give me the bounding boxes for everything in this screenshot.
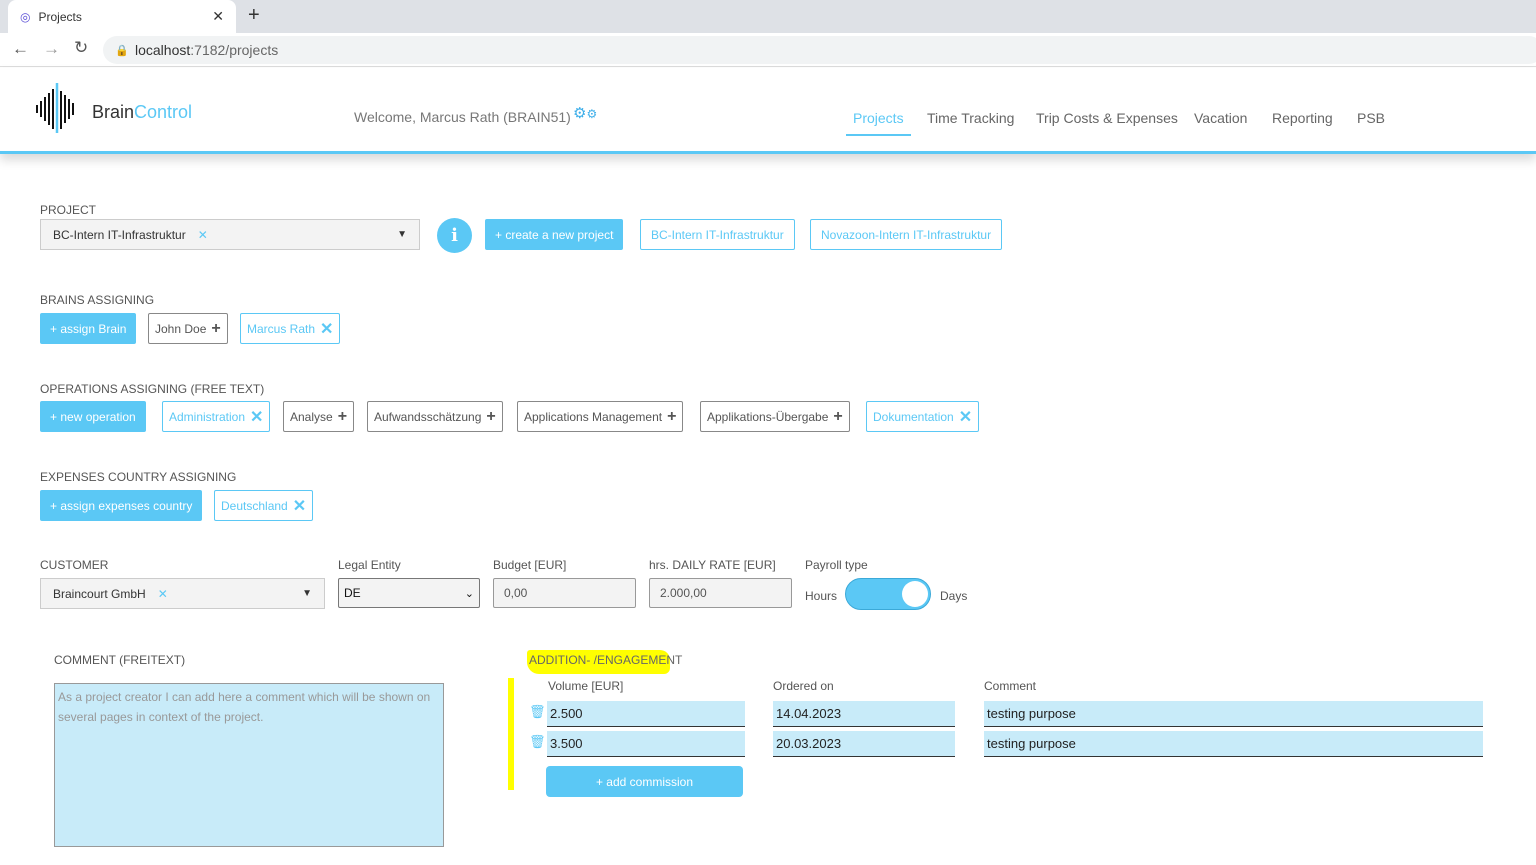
nav-time-tracking[interactable]: Time Tracking <box>927 110 1014 126</box>
brain-chip[interactable]: John Doe + <box>148 313 228 344</box>
budget-input[interactable]: 0,00 <box>493 578 636 608</box>
new-operation-button[interactable]: + new operation <box>40 401 146 432</box>
quick-project-button[interactable]: BC-Intern IT-Infrastruktur <box>640 219 795 250</box>
customer-label: CUSTOMER <box>40 558 109 572</box>
lock-icon: 🔒 <box>115 44 129 57</box>
project-label: PROJECT <box>40 203 97 217</box>
dropdown-caret-icon: ▼ <box>302 588 312 599</box>
brain-control-logo-icon <box>36 83 74 133</box>
volume-input[interactable]: 3.500 <box>547 731 745 757</box>
chip-label: Dokumentation <box>873 409 954 424</box>
trash-icon[interactable]: 🗑 <box>529 734 546 750</box>
operation-chip[interactable]: Aufwandsschätzung + <box>367 401 503 432</box>
project-select[interactable]: BC-Intern IT-Infrastruktur ✕ ▼ <box>40 219 420 250</box>
chip-label: Aufwandsschätzung <box>374 409 482 424</box>
info-button[interactable]: i <box>437 218 472 253</box>
comment-input[interactable]: testing purpose <box>984 701 1483 727</box>
operation-chip[interactable]: Analyse + <box>283 401 355 432</box>
browser-tab[interactable]: ◎ Projects ✕ <box>8 0 236 33</box>
forward-icon[interactable]: → <box>43 39 60 59</box>
reload-icon[interactable]: ↻ <box>74 38 88 58</box>
plus-icon: + <box>667 407 677 425</box>
plus-icon: + <box>337 407 348 425</box>
trash-icon[interactable]: 🗑 <box>529 704 546 720</box>
comment-header: Comment <box>984 679 1037 693</box>
clear-icon[interactable]: ✕ <box>158 587 168 601</box>
chevron-down-icon: ⌄ <box>464 587 474 600</box>
legal-entity-select[interactable]: DE ⌄ <box>338 578 480 608</box>
remove-icon: ✕ <box>250 408 264 426</box>
remove-icon: ✕ <box>958 408 973 426</box>
assign-brain-button[interactable]: + assign Brain <box>40 313 137 344</box>
quick-project-button[interactable]: Novazoon-Intern IT-Infrastruktur <box>810 219 1003 250</box>
operation-chip[interactable]: Administration ✕ <box>162 401 271 432</box>
add-commission-button[interactable]: + add commission <box>546 766 743 797</box>
budget-label: Budget [EUR] <box>493 558 567 572</box>
ordered-on-input[interactable]: 14.04.2023 <box>773 701 955 727</box>
daily-rate-input[interactable]: 2.000,00 <box>649 578 792 608</box>
operation-chip[interactable]: Applications Management + <box>517 401 684 432</box>
chip-label: Deutschland <box>221 498 288 513</box>
nav-vacation[interactable]: Vacation <box>1194 110 1247 126</box>
country-chip[interactable]: Deutschland ✕ <box>214 490 314 521</box>
ordered-on-header: Ordered on <box>773 679 834 693</box>
chip-label: Applications Management <box>524 409 663 424</box>
payroll-days-label: Days <box>940 589 968 603</box>
nav-reporting[interactable]: Reporting <box>1272 110 1333 126</box>
payroll-hours-label: Hours <box>805 589 838 603</box>
payroll-type-label: Payroll type <box>805 558 868 572</box>
new-tab-button[interactable]: + <box>248 4 260 27</box>
ordered-on-input[interactable]: 20.03.2023 <box>773 731 955 757</box>
volume-header: Volume [EUR] <box>548 679 624 693</box>
chip-label: John Doe <box>155 321 207 336</box>
chip-label: Marcus Rath <box>247 321 316 336</box>
chip-label: Applikations-Übergabe <box>707 409 829 424</box>
brand-name: BrainControl <box>92 102 193 122</box>
toggle-knob <box>902 581 928 607</box>
operations-label: OPERATIONS ASSIGNING (FREE TEXT) <box>40 382 265 396</box>
welcome-text: Welcome, Marcus Rath (BRAIN51) <box>354 109 571 125</box>
plus-icon: + <box>833 407 843 425</box>
customer-select[interactable]: Braincourt GmbH ✕ ▼ <box>40 578 325 609</box>
back-icon[interactable]: ← <box>12 39 29 59</box>
addition-label: ADDITION- /ENGAGEMENT <box>529 653 683 667</box>
clear-icon[interactable]: ✕ <box>198 228 208 242</box>
url-path: :7182/projects <box>190 42 279 58</box>
payroll-type-toggle[interactable] <box>845 578 931 610</box>
project-selected: BC-Intern IT-Infrastruktur <box>53 227 186 242</box>
legal-entity-value: DE <box>344 586 361 600</box>
daily-rate-label: hrs. DAILY RATE [EUR] <box>649 558 776 572</box>
chip-label: Analyse <box>290 409 333 424</box>
dropdown-caret-icon: ▼ <box>397 229 407 240</box>
nav-trip-costs[interactable]: Trip Costs & Expenses <box>1036 110 1178 126</box>
tab-title: Projects <box>38 9 82 24</box>
comment-label: COMMENT (FREITEXT) <box>54 653 186 667</box>
assign-expenses-country-button[interactable]: + assign expenses country <box>40 490 203 521</box>
chip-label: Administration <box>169 409 246 424</box>
remove-icon: ✕ <box>320 320 334 338</box>
highlight-bar <box>508 678 514 790</box>
comment-input[interactable]: testing purpose <box>984 731 1483 757</box>
create-project-button[interactable]: + create a new project <box>485 219 624 250</box>
customer-selected: Braincourt GmbH <box>53 586 146 601</box>
legal-entity-label: Legal Entity <box>338 558 401 572</box>
favicon-icon: ◎ <box>20 9 31 24</box>
operation-chip[interactable]: Applikations-Übergabe + <box>700 401 850 432</box>
plus-icon: + <box>486 407 496 425</box>
nav-psb[interactable]: PSB <box>1357 110 1385 126</box>
expenses-label: EXPENSES COUNTRY ASSIGNING <box>40 470 237 484</box>
plus-icon: + <box>211 319 221 337</box>
brains-label: BRAINS ASSIGNING <box>40 293 155 307</box>
brain-chip[interactable]: Marcus Rath ✕ <box>240 313 341 344</box>
nav-projects[interactable]: Projects <box>846 110 911 136</box>
close-tab-icon[interactable]: ✕ <box>212 8 224 25</box>
operation-chip[interactable]: Dokumentation ✕ <box>866 401 980 432</box>
remove-icon: ✕ <box>292 497 307 515</box>
url-host: localhost <box>135 42 191 58</box>
info-icon: i <box>451 225 458 246</box>
comment-textarea[interactable]: As a project creator I can add here a co… <box>54 683 444 847</box>
settings-gears-icon[interactable]: ⚙⚙ <box>573 104 597 122</box>
volume-input[interactable]: 2.500 <box>547 701 745 727</box>
url-field[interactable]: 🔒 localhost:7182/projects <box>103 36 1536 64</box>
